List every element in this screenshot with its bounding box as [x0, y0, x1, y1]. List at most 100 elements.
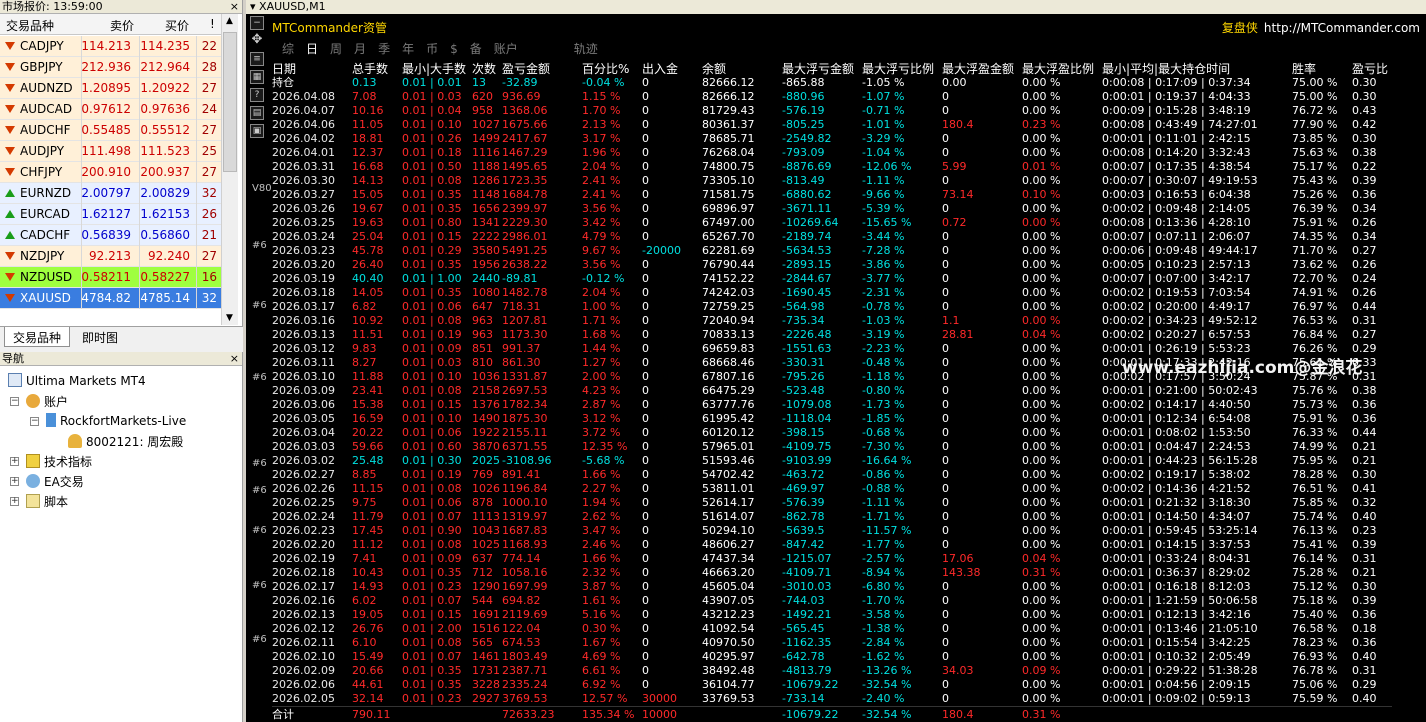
list-icon[interactable]: ≡ — [250, 52, 264, 66]
arrow-down-icon — [5, 42, 15, 50]
chart-side-mark: #6 — [252, 634, 267, 645]
spread-value: 21 — [201, 228, 217, 242]
chart-menu-icon[interactable]: ▾ — [250, 0, 259, 13]
cell-col-1: 12.37 — [352, 146, 384, 159]
cell-col-12: 0:00:02 | 0:19:17 | 5:38:02 — [1102, 468, 1251, 481]
cell-col-1: 16.59 — [352, 412, 384, 425]
spread-value: 25 — [201, 144, 217, 158]
nav-server[interactable]: RockfortMarkets-Live — [46, 413, 186, 428]
period-tab-7[interactable]: $ — [450, 42, 458, 56]
minimize-icon[interactable]: − — [250, 16, 264, 30]
collapse-icon[interactable]: − — [10, 397, 19, 406]
cell-col-14: 0.36 — [1352, 188, 1377, 201]
expand-icon[interactable]: + — [10, 477, 19, 486]
nav-root[interactable]: Ultima Markets MT4 — [8, 373, 146, 388]
period-tab-0[interactable]: 综 — [282, 42, 294, 56]
fupan-link[interactable]: 复盘侠 http://MTCommander.com — [1222, 19, 1420, 36]
cell-col-0: 2026.03.17 — [272, 300, 335, 313]
chart-icon[interactable]: ▤ — [250, 106, 264, 120]
cell-col-9: -1.11 % — [862, 174, 905, 187]
collapse-icon[interactable]: − — [30, 417, 39, 426]
market-row-cadjpy[interactable]: CADJPY 114.213 114.235 22 — [0, 36, 231, 57]
cell-col-3: 769 — [472, 468, 493, 481]
cell-col-7: 76790.44 — [702, 258, 755, 271]
grid-icon[interactable]: ▦ — [250, 70, 264, 84]
cell-col-6: -20000 — [642, 244, 681, 257]
tab-tick-chart[interactable]: 即时图 — [74, 327, 126, 347]
header-spread[interactable]: ! — [210, 17, 215, 31]
cell-col-3: 1516 — [472, 622, 500, 635]
period-tab-8[interactable]: 备 — [470, 42, 482, 56]
nav-accounts[interactable]: 账户 — [26, 393, 68, 410]
nav-indicators[interactable]: 技术指标 — [26, 453, 92, 470]
cell-col-12: 0:00:01 | 0:14:50 | 4:34:07 — [1102, 510, 1251, 523]
market-row-eurcad[interactable]: EURCAD 1.62127 1.62153 26 — [0, 204, 231, 225]
cell-col-9: -2.40 % — [862, 692, 905, 705]
period-tab-6[interactable]: 币 — [426, 42, 438, 56]
market-row-gbpjpy[interactable]: GBPJPY 212.936 212.964 28 — [0, 57, 231, 78]
expand-icon[interactable]: + — [10, 457, 19, 466]
tab-symbols[interactable]: 交易品种 — [4, 327, 71, 347]
market-row-audnzd[interactable]: AUDNZD 1.20895 1.20922 27 — [0, 78, 231, 99]
fupan-label[interactable]: 复盘侠 — [1222, 21, 1258, 35]
cell-col-3: 1376 — [472, 398, 500, 411]
period-tab-3[interactable]: 月 — [354, 42, 366, 56]
window-icon[interactable]: ▣ — [250, 124, 264, 138]
nav-account[interactable]: 8002121: 周宏殿 — [68, 433, 183, 450]
cell-col-14: 0.26 — [1352, 216, 1377, 229]
accounts-icon — [26, 394, 40, 408]
cell-col-3: 1027 — [472, 118, 500, 131]
period-tab-11[interactable]: 轨迹 — [574, 42, 598, 56]
header-symbol[interactable]: 交易品种 — [6, 17, 54, 34]
market-row-xauusd[interactable]: XAUUSD 4784.82 4785.14 32 — [0, 288, 231, 309]
cell-col-14: 0.40 — [1352, 510, 1377, 523]
arrow-down-icon — [5, 105, 15, 113]
cell-col-10: 73.14 — [942, 188, 974, 201]
period-tab-1[interactable]: 日 — [306, 42, 318, 56]
period-tab-9[interactable]: 账户 — [494, 42, 518, 56]
cell-col-4: -3108.96 — [502, 454, 552, 467]
scroll-up-icon[interactable]: ▲ — [226, 16, 233, 26]
cell-col-9: -1.70 % — [862, 594, 905, 607]
move-icon[interactable]: ✥ — [250, 33, 264, 48]
cell-col-0: 2026.02.27 — [272, 468, 335, 481]
cell-col-11: 0.00 % — [1022, 146, 1061, 159]
market-row-eurnzd[interactable]: EURNZD 2.00797 2.00829 32 — [0, 183, 231, 204]
period-tab-4[interactable]: 季 — [378, 42, 390, 56]
nav-ea[interactable]: EA交易 — [26, 473, 84, 490]
cell-col-13: 75.95 % — [1292, 454, 1338, 467]
cell-col-2: 0.01 | 0.06 — [402, 426, 462, 439]
cell-col-10: 0 — [942, 538, 949, 551]
close-icon[interactable]: × — [230, 0, 239, 14]
header-bid[interactable]: 卖价 — [110, 17, 134, 34]
market-row-audcad[interactable]: AUDCAD 0.97612 0.97636 24 — [0, 99, 231, 120]
scroll-down-icon[interactable]: ▼ — [226, 313, 233, 323]
navigator-title: 导航 — [2, 352, 24, 365]
site-url[interactable]: http://MTCommander.com — [1264, 21, 1420, 35]
nav-scripts[interactable]: 脚本 — [26, 493, 68, 510]
market-row-audjpy[interactable]: AUDJPY 111.498 111.523 25 — [0, 141, 231, 162]
header-ask[interactable]: 买价 — [165, 17, 189, 34]
scrollbar-thumb[interactable] — [223, 32, 237, 172]
cell-col-0: 2026.04.02 — [272, 132, 335, 145]
market-row-nzdusd[interactable]: NZDUSD 0.58211 0.58227 16 — [0, 267, 231, 288]
market-row-audchf[interactable]: AUDCHF 0.55485 0.55512 27 — [0, 120, 231, 141]
nav-server-label: RockfortMarkets-Live — [60, 414, 187, 428]
mtcommander-label: MTCommander资管 — [272, 21, 387, 35]
market-row-nzdjpy[interactable]: NZDJPY 92.213 92.240 27 — [0, 246, 231, 267]
cell-col-4: 861.30 — [502, 356, 541, 369]
expand-icon[interactable]: + — [10, 497, 19, 506]
chart-side-mark: #6 — [252, 485, 267, 496]
cell-col-1: 14.93 — [352, 580, 384, 593]
close-icon[interactable]: × — [230, 352, 239, 366]
period-tab-5[interactable]: 年 — [402, 42, 414, 56]
cell-col-11: 0.00 % — [1022, 356, 1061, 369]
help-icon[interactable]: ? — [250, 88, 264, 102]
period-tab-2[interactable]: 周 — [330, 42, 342, 56]
market-watch-scrollbar[interactable]: ▲ ▼ — [221, 14, 238, 325]
cell-col-5: 1.70 % — [582, 104, 621, 117]
market-row-cadchf[interactable]: CADCHF 0.56839 0.56860 21 — [0, 225, 231, 246]
cell-col-2: 0.01 | 0.15 — [402, 230, 462, 243]
market-row-chfjpy[interactable]: CHFJPY 200.910 200.937 27 — [0, 162, 231, 183]
column-separator — [139, 246, 140, 267]
